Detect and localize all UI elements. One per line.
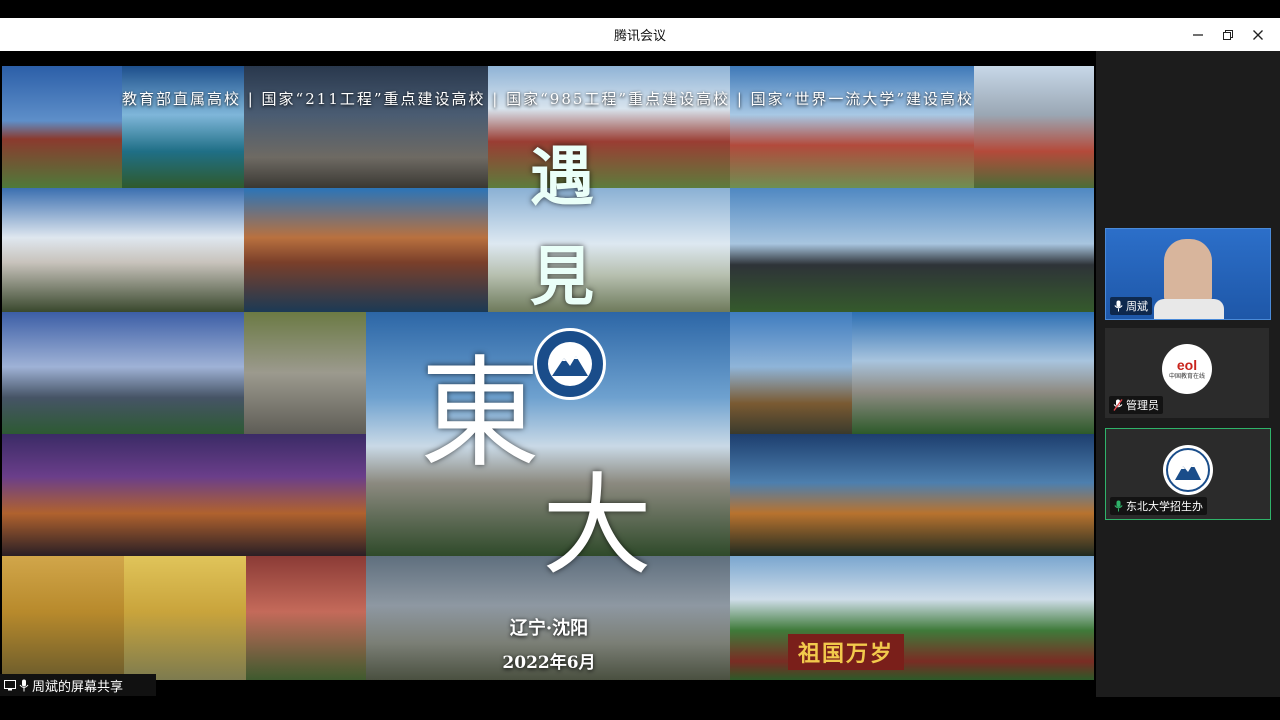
screen-share-label: 周斌的屏幕共享 bbox=[32, 679, 124, 695]
participant-name: 周斌 bbox=[1126, 300, 1148, 313]
shirt bbox=[1154, 299, 1224, 319]
window-titlebar: 腾讯会议 bbox=[0, 18, 1280, 51]
calligraphy-char-4: 大 bbox=[542, 462, 652, 590]
participant-name: 东北大学招生办 bbox=[1126, 500, 1203, 513]
close-button[interactable] bbox=[1244, 21, 1272, 49]
university-emblem bbox=[534, 328, 606, 400]
campus-photo-12 bbox=[244, 312, 366, 434]
campus-photo-5 bbox=[730, 66, 974, 188]
participant-tile-active-speaker[interactable]: 东北大学招生办 bbox=[1105, 428, 1271, 520]
slide-date: 2022年6月 bbox=[502, 653, 596, 673]
campus-photo-9 bbox=[488, 188, 730, 312]
restore-icon bbox=[1223, 29, 1233, 40]
slide-location: 辽宁·沈阳 bbox=[509, 618, 589, 639]
participant-name-tag: 管理员 bbox=[1109, 396, 1163, 414]
campus-photo-19 bbox=[124, 556, 246, 680]
university-emblem-icon bbox=[1175, 464, 1201, 480]
participant-tile[interactable]: eol 中国教育在线 管理员 bbox=[1105, 328, 1269, 418]
minimize-icon bbox=[1193, 33, 1203, 36]
participant-video bbox=[1164, 239, 1212, 303]
window-title: 腾讯会议 bbox=[613, 29, 666, 44]
microphone-muted-icon bbox=[1113, 399, 1123, 411]
close-icon bbox=[1253, 29, 1263, 40]
participant-avatar bbox=[1163, 445, 1213, 495]
slide-banner: 教育部直属高校 | 国家“211工程”重点建设高校 | 国家“985工程”重点建… bbox=[121, 90, 975, 108]
restore-button[interactable] bbox=[1214, 21, 1242, 49]
microphone-icon bbox=[19, 679, 29, 691]
participant-name: 管理员 bbox=[1126, 399, 1159, 412]
participant-name-tag: 周斌 bbox=[1110, 297, 1152, 315]
campus-photo-3 bbox=[244, 66, 488, 188]
participant-name-tag: 东北大学招生办 bbox=[1110, 497, 1207, 515]
screen-share-indicator[interactable]: 周斌的屏幕共享 bbox=[0, 674, 156, 696]
screen-share-icon bbox=[4, 680, 16, 691]
shared-screen: 教育部直属高校 | 国家“211工程”重点建设高校 | 国家“985工程”重点建… bbox=[2, 66, 1094, 680]
campus-photo-10 bbox=[730, 188, 1094, 312]
slogan-sign: 祖国万岁 bbox=[788, 634, 905, 670]
calligraphy-char-1: 遇 bbox=[530, 140, 594, 215]
campus-photo-7 bbox=[2, 188, 244, 312]
campus-photo-14 bbox=[730, 312, 852, 434]
campus-photo-8 bbox=[244, 188, 488, 312]
microphone-speaking-icon bbox=[1114, 500, 1123, 512]
calligraphy-char-3: 東 bbox=[420, 345, 540, 484]
eol-logo-icon: eol bbox=[1176, 357, 1198, 373]
mountain-icon bbox=[552, 356, 588, 376]
avatar-logo-text: 中国教育在线 bbox=[1168, 373, 1205, 380]
minimize-button[interactable] bbox=[1184, 21, 1212, 49]
campus-photo-18 bbox=[2, 556, 124, 680]
campus-photo-15 bbox=[852, 312, 1094, 434]
participant-avatar: eol 中国教育在线 bbox=[1162, 344, 1212, 394]
campus-photo-16 bbox=[2, 434, 366, 556]
microphone-icon bbox=[1114, 300, 1123, 312]
campus-photo-17 bbox=[730, 434, 1094, 556]
campus-photo-2 bbox=[122, 66, 244, 188]
campus-photo-4 bbox=[488, 66, 730, 188]
campus-photo-11 bbox=[2, 312, 244, 434]
participant-tile[interactable]: 周斌 bbox=[1105, 228, 1271, 320]
campus-photo-22 bbox=[730, 556, 1094, 680]
campus-photo-6 bbox=[974, 66, 1094, 188]
campus-photo-20 bbox=[246, 556, 366, 680]
campus-photo-1 bbox=[2, 66, 122, 188]
window-controls bbox=[1184, 18, 1272, 51]
calligraphy-char-2: 見 bbox=[530, 240, 594, 315]
